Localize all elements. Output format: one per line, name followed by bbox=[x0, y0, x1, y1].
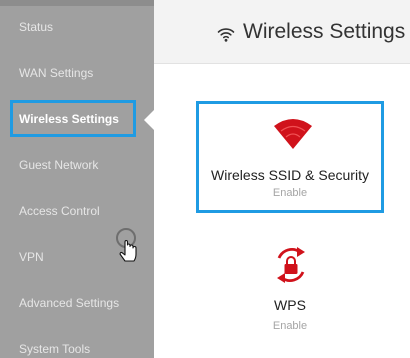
wifi-signal-icon bbox=[274, 119, 312, 149]
card-status: Enable bbox=[272, 187, 308, 199]
sidebar-nav: Status WAN Settings Wireless Settings Gu… bbox=[0, 0, 154, 358]
router-admin-page: Status WAN Settings Wireless Settings Gu… bbox=[0, 0, 410, 358]
card-label: Wireless SSID & Security bbox=[211, 167, 369, 183]
sidebar-item-advanced-settings[interactable]: Advanced Settings bbox=[0, 288, 154, 318]
page-header: Wireless Settings bbox=[154, 0, 410, 64]
card-status: Enable bbox=[272, 320, 308, 332]
sidebar-item-label: VPN bbox=[19, 250, 44, 264]
sidebar-top-strip bbox=[0, 0, 154, 6]
wireless-ssid-security-card[interactable]: Wireless SSID & Security Enable bbox=[196, 101, 384, 213]
sidebar-item-label: Advanced Settings bbox=[19, 296, 120, 310]
wifi-icon bbox=[217, 28, 235, 42]
sidebar-item-access-control[interactable]: Access Control bbox=[0, 196, 154, 226]
card-label: WPS bbox=[274, 297, 306, 313]
sidebar-item-label: Wireless Settings bbox=[19, 112, 119, 126]
page-title: Wireless Settings bbox=[243, 20, 406, 43]
wps-lock-icon bbox=[277, 247, 305, 283]
sidebar-item-label: WAN Settings bbox=[19, 66, 94, 80]
sidebar-item-wan-settings[interactable]: WAN Settings bbox=[0, 58, 154, 88]
sidebar-item-label: Access Control bbox=[19, 204, 100, 218]
sidebar-item-label: System Tools bbox=[19, 342, 91, 356]
mouse-cursor-icon bbox=[116, 228, 137, 262]
sidebar-item-status[interactable]: Status bbox=[0, 12, 154, 42]
sidebar-item-wireless-settings[interactable]: Wireless Settings bbox=[0, 100, 154, 137]
sidebar-item-guest-network[interactable]: Guest Network bbox=[0, 150, 154, 180]
active-item-pointer bbox=[144, 110, 154, 130]
sidebar-item-label: Status bbox=[19, 20, 54, 34]
sidebar-item-label: Guest Network bbox=[19, 158, 99, 172]
main-content: Wireless Settings Wireless SSID & Securi… bbox=[154, 0, 410, 358]
wps-card[interactable]: WPS Enable bbox=[196, 238, 384, 338]
sidebar-item-system-tools[interactable]: System Tools bbox=[0, 334, 154, 358]
